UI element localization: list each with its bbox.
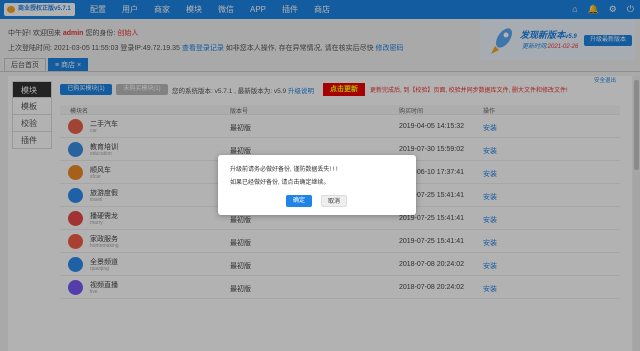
confirm-ok-button[interactable]: 确定	[286, 195, 312, 207]
dialog-message-2: 如果已经做好备份, 请点击确定继续。	[230, 180, 330, 186]
dialog-message-1: 升级前请务必做好备份, 谨防数据丢失! ! !	[230, 167, 338, 173]
confirm-dialog: 升级前请务必做好备份, 谨防数据丢失! ! ! 如果已经做好备份, 请点击确定继…	[218, 155, 416, 215]
confirm-cancel-button[interactable]: 取消	[321, 195, 347, 207]
